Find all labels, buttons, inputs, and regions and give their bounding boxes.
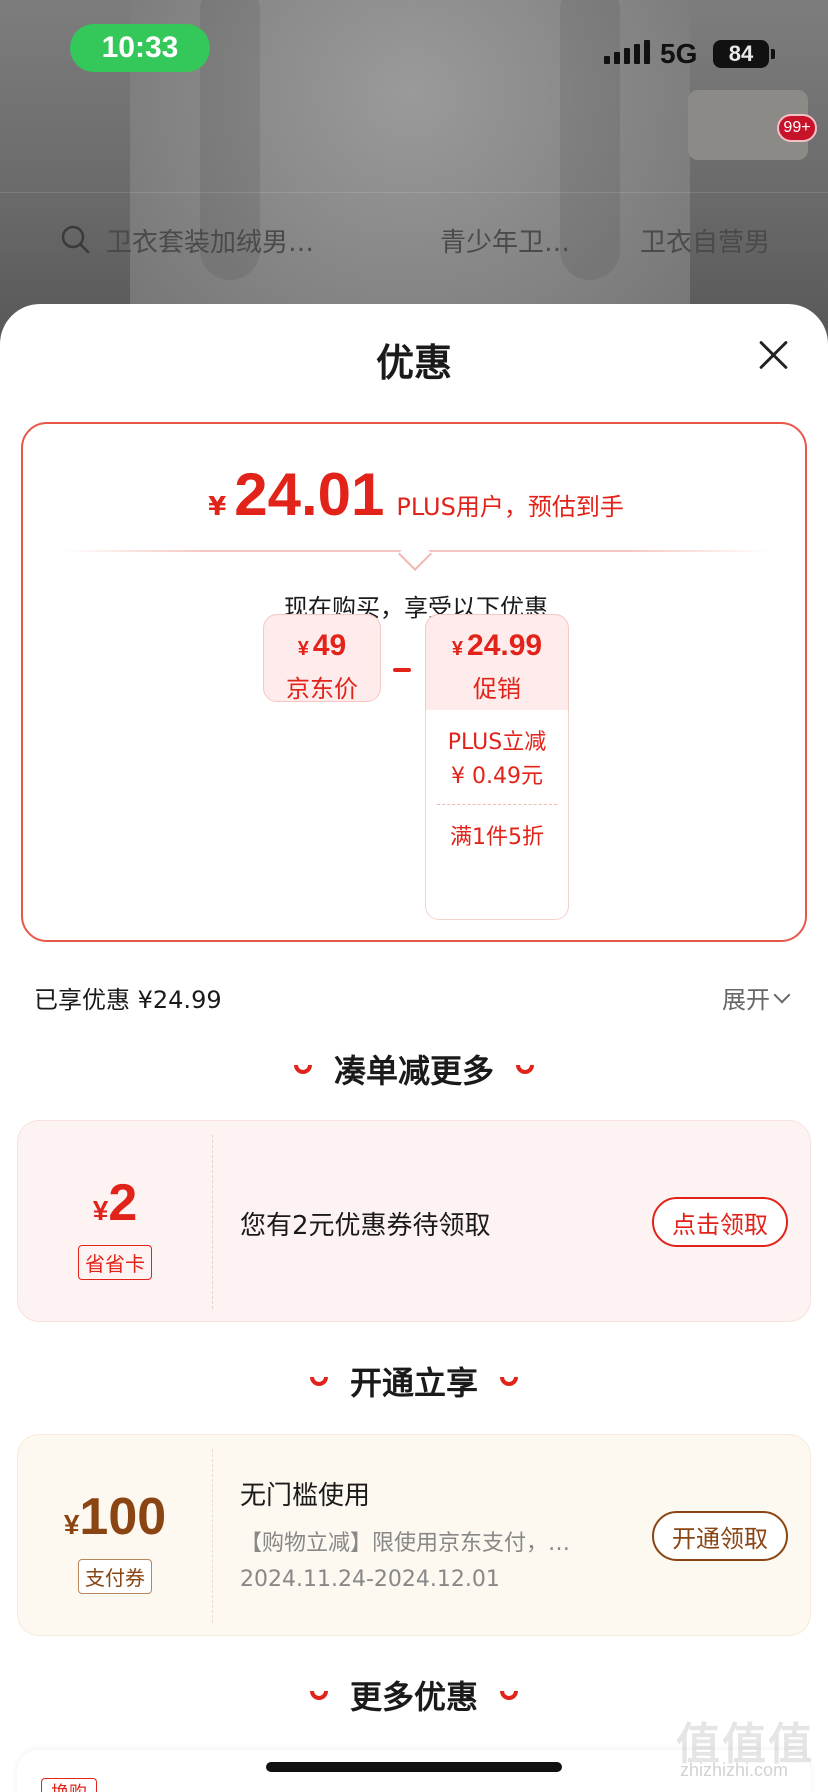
expand-label: 展开 <box>722 986 770 1014</box>
divider <box>0 192 828 193</box>
coupon-text: 您有2元优惠券待领取 <box>240 1211 491 1241</box>
home-indicator[interactable] <box>266 1762 562 1772</box>
status-bar: 10:33 5G 84 <box>0 0 828 100</box>
price-summary-box: ¥ 24.01 PLUS用户，预估到手 现在购买，享受以下优惠 ¥49 京东价 … <box>21 422 807 942</box>
search-suggestion: 卫衣自营男 <box>640 228 771 258</box>
minus-icon <box>393 668 411 672</box>
section-title: 更多优惠 <box>349 1678 478 1716</box>
final-price-value: 24.01 <box>234 461 385 528</box>
search-suggestions: 卫衣套装加绒男… 青少年卫… 卫衣自营男 <box>0 210 828 270</box>
coupon-card-save: ¥2 省省卡 您有2元优惠券待领取 点击领取 <box>17 1120 811 1322</box>
offer-tag: 换购 <box>41 1778 97 1792</box>
section-title: 凑单减更多 <box>333 1052 494 1090</box>
section-more-discount: 凑单减更多 <box>0 1046 828 1092</box>
decor-icon <box>500 1690 518 1700</box>
section-open-get: 开通立享 <box>0 1358 828 1404</box>
promo-label: 促销 <box>473 675 521 703</box>
close-icon[interactable] <box>752 334 794 376</box>
decor-icon <box>516 1064 534 1074</box>
watermark-url: zhizhizhi.com <box>680 1760 789 1780</box>
coupon-tag: 省省卡 <box>78 1245 152 1280</box>
coupon-amount-value: 2 <box>108 1174 138 1232</box>
jd-price-chip: ¥49 京东价 <box>263 614 381 703</box>
network-label: 5G <box>660 38 698 69</box>
coupon-amount: ¥2 <box>18 1173 212 1233</box>
plus-discount-value: ¥ 0.49元 <box>451 764 543 789</box>
divider <box>212 1135 213 1309</box>
plus-discount-label: PLUS立减 <box>447 730 547 755</box>
buy-now-text: 现在购买，享受以下优惠 <box>284 594 548 622</box>
promo-details: PLUS立减 ¥ 0.49元 满1件5折 <box>425 710 569 920</box>
coupon-card-pay: ¥100 支付券 无门槛使用 【购物立减】限使用京东支付，… 2024.11.2… <box>17 1434 811 1636</box>
currency-symbol: ¥ <box>297 638 309 660</box>
coupon-title: 无门槛使用 <box>240 1481 371 1511</box>
currency-symbol: ¥ <box>451 638 464 660</box>
cart-badge: 99+ <box>777 114 817 142</box>
promo-value: 24.99 <box>467 629 543 662</box>
claim-button[interactable]: 点击领取 <box>652 1197 788 1247</box>
final-price-note: PLUS用户，预估到手 <box>396 493 624 521</box>
jd-price-label: 京东价 <box>286 675 358 703</box>
activate-claim-button[interactable]: 开通领取 <box>652 1511 788 1561</box>
signal-icon <box>604 40 650 64</box>
chevron-down-icon <box>773 986 791 1003</box>
divider-notch <box>398 537 432 571</box>
promo-chip: ¥24.99 促销 <box>425 614 569 712</box>
enjoyed-discount: 已享优惠 ¥24.99 <box>34 986 222 1014</box>
coupon-tag: 支付券 <box>78 1559 152 1594</box>
divider <box>437 804 557 805</box>
search-suggestion: 卫衣套装加绒男… <box>106 228 315 258</box>
search-suggestion: 青少年卫… <box>440 228 571 258</box>
divider <box>212 1449 213 1623</box>
status-time: 10:33 <box>70 24 210 72</box>
decor-icon <box>500 1376 518 1386</box>
decor-icon <box>293 1064 312 1074</box>
search-icon <box>61 225 90 254</box>
volume-discount: 满1件5折 <box>450 825 544 850</box>
jd-price-value: 49 <box>312 629 347 662</box>
coupon-date: 2024.11.24-2024.12.01 <box>240 1567 500 1592</box>
currency-symbol: ¥ <box>208 492 227 522</box>
currency-symbol: ¥ <box>92 1195 109 1226</box>
section-title: 开通立享 <box>349 1364 478 1402</box>
coupon-desc: 【购物立减】限使用京东支付，… <box>240 1531 571 1556</box>
decor-icon <box>309 1376 328 1386</box>
discount-sheet: 优惠 ¥ 24.01 PLUS用户，预估到手 现在购买，享受以下优惠 ¥49 京… <box>0 304 828 1792</box>
sheet-title: 优惠 <box>375 341 452 385</box>
final-price: ¥ 24.01 PLUS用户，预估到手 <box>23 460 809 529</box>
expand-button[interactable]: 展开 <box>722 980 791 1015</box>
battery-icon: 84 <box>713 40 775 68</box>
coupon-amount: ¥100 <box>18 1487 212 1547</box>
decor-icon <box>309 1690 328 1700</box>
currency-symbol: ¥ <box>63 1509 80 1540</box>
coupon-amount-value: 100 <box>79 1488 167 1546</box>
